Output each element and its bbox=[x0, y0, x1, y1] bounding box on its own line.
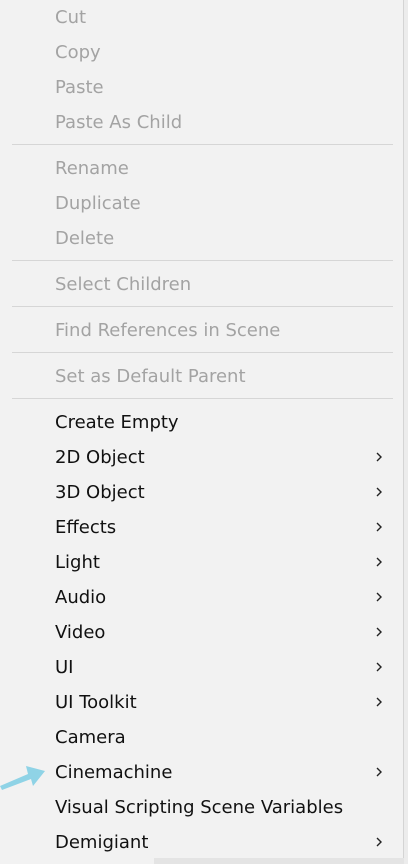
menu-item-label: 2D Object bbox=[55, 447, 145, 468]
menu-item-label: Copy bbox=[55, 42, 101, 63]
menu-item-label: Light bbox=[55, 552, 100, 573]
menu-item-label: Camera bbox=[55, 727, 126, 748]
menu-item-cinemachine[interactable]: Cinemachine bbox=[0, 755, 404, 790]
menu-separator bbox=[12, 306, 393, 307]
menu-item-label: Cut bbox=[55, 7, 87, 28]
menu-item-rename: Rename bbox=[0, 151, 404, 186]
menu-item-label: Paste As Child bbox=[55, 112, 183, 133]
menu-item-audio[interactable]: Audio bbox=[0, 580, 404, 615]
chevron-right-icon bbox=[376, 627, 382, 637]
menu-item-paste: Paste bbox=[0, 70, 404, 105]
menu-separator bbox=[12, 144, 393, 145]
menu-item-label: Select Children bbox=[55, 274, 192, 295]
menu-item-label: UI bbox=[55, 657, 74, 678]
menu-item-create-empty[interactable]: Create Empty bbox=[0, 405, 404, 440]
menu-item-find-references: Find References in Scene bbox=[0, 313, 404, 348]
menu-item-label: Find References in Scene bbox=[55, 320, 281, 341]
menu-item-label: Effects bbox=[55, 517, 117, 538]
chevron-right-icon bbox=[376, 522, 382, 532]
chevron-right-icon bbox=[376, 767, 382, 777]
chevron-right-icon bbox=[376, 697, 382, 707]
chevron-right-icon bbox=[376, 837, 382, 847]
menu-item-2d-object[interactable]: 2D Object bbox=[0, 440, 404, 475]
menu-item-set-default-parent: Set as Default Parent bbox=[0, 359, 404, 394]
menu-item-label: Demigiant bbox=[55, 832, 149, 853]
menu-item-ui[interactable]: UI bbox=[0, 650, 404, 685]
menu-item-label: Audio bbox=[55, 587, 107, 608]
menu-item-select-children: Select Children bbox=[0, 267, 404, 302]
menu-item-label: Paste bbox=[55, 77, 104, 98]
menu-item-copy: Copy bbox=[0, 35, 404, 70]
menu-separator bbox=[12, 352, 393, 353]
chevron-right-icon bbox=[376, 557, 382, 567]
menu-bottom-edge bbox=[154, 858, 404, 864]
pointer-arrow-icon bbox=[0, 766, 45, 790]
menu-item-duplicate: Duplicate bbox=[0, 186, 404, 221]
menu-item-label: Cinemachine bbox=[55, 762, 173, 783]
chevron-right-icon bbox=[376, 592, 382, 602]
menu-item-light[interactable]: Light bbox=[0, 545, 404, 580]
menu-item-label: Rename bbox=[55, 158, 129, 179]
menu-item-3d-object[interactable]: 3D Object bbox=[0, 475, 404, 510]
menu-separator bbox=[12, 398, 393, 399]
menu-item-ui-toolkit[interactable]: UI Toolkit bbox=[0, 685, 404, 720]
context-menu: Cut Copy Paste Paste As Child Rename Dup… bbox=[0, 0, 404, 864]
menu-item-label: UI Toolkit bbox=[55, 692, 137, 713]
menu-item-paste-as-child: Paste As Child bbox=[0, 105, 404, 140]
menu-item-delete: Delete bbox=[0, 221, 404, 256]
menu-item-label: Delete bbox=[55, 228, 115, 249]
menu-item-label: Video bbox=[55, 622, 106, 643]
chevron-right-icon bbox=[376, 452, 382, 462]
chevron-right-icon bbox=[376, 662, 382, 672]
menu-item-label: Create Empty bbox=[55, 412, 179, 433]
menu-item-label: Visual Scripting Scene Variables bbox=[55, 797, 344, 818]
menu-item-visual-scripting-scene-variables[interactable]: Visual Scripting Scene Variables bbox=[0, 790, 404, 825]
menu-separator bbox=[12, 260, 393, 261]
menu-item-video[interactable]: Video bbox=[0, 615, 404, 650]
menu-item-cut: Cut bbox=[0, 0, 404, 35]
menu-item-label: Set as Default Parent bbox=[55, 366, 246, 387]
chevron-right-icon bbox=[376, 487, 382, 497]
menu-item-label: Duplicate bbox=[55, 193, 141, 214]
menu-item-demigiant[interactable]: Demigiant bbox=[0, 825, 404, 860]
menu-item-effects[interactable]: Effects bbox=[0, 510, 404, 545]
menu-item-label: 3D Object bbox=[55, 482, 145, 503]
menu-item-camera[interactable]: Camera bbox=[0, 720, 404, 755]
